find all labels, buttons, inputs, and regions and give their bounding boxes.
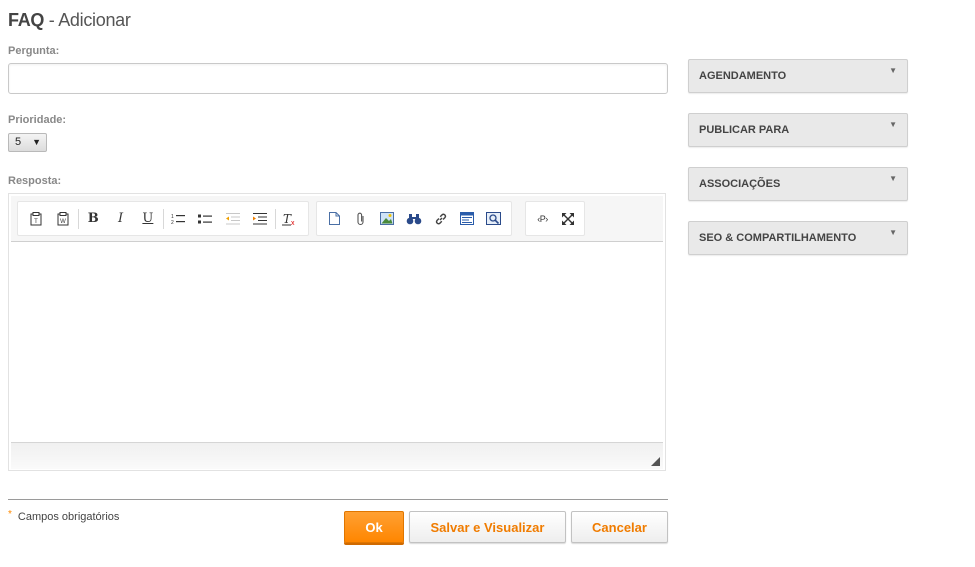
required-fields-note: * Campos obrigatórios: [8, 509, 120, 523]
form-divider: [8, 499, 668, 500]
svg-text:W: W: [60, 219, 66, 225]
svg-text:x: x: [291, 220, 295, 226]
page-title: FAQ - Adicionar: [8, 10, 131, 31]
prioridade-select[interactable]: 5 ▼: [8, 133, 47, 152]
panel-seo-compartilhamento[interactable]: SEO & COMPARTILHAMENTO ▼: [688, 221, 908, 255]
save-and-view-button[interactable]: Salvar e Visualizar: [409, 511, 566, 543]
chevron-down-icon: ▼: [889, 120, 897, 129]
panel-associacoes[interactable]: ASSOCIAÇÕES ▼: [688, 167, 908, 201]
svg-text:T: T: [34, 219, 38, 225]
paste-text-icon[interactable]: T: [22, 206, 49, 232]
paste-word-icon[interactable]: W: [49, 206, 76, 232]
panel-label: AGENDAMENTO: [699, 70, 787, 82]
source-code-icon[interactable]: ‹P›: [530, 206, 555, 232]
italic-button[interactable]: I: [107, 206, 134, 232]
attachment-icon[interactable]: [348, 206, 375, 232]
chevron-down-icon: ▼: [889, 174, 897, 183]
find-replace-icon[interactable]: [401, 206, 428, 232]
chevron-down-icon: ▼: [32, 137, 41, 147]
numbered-list-icon[interactable]: 12: [165, 206, 192, 232]
prioridade-label: Prioridade:: [8, 114, 67, 126]
prioridade-value: 5: [15, 136, 22, 148]
panel-label: SEO & COMPARTILHAMENTO: [699, 232, 857, 244]
image-icon[interactable]: [374, 206, 401, 232]
toolbar-group-formatting: T W B I U 12 Tx: [17, 201, 309, 236]
maximize-icon[interactable]: [555, 206, 580, 232]
svg-text:2: 2: [171, 220, 174, 225]
required-text: Campos obrigatórios: [17, 511, 120, 523]
insert-template-icon[interactable]: [454, 206, 481, 232]
toolbar-group-view: ‹P›: [525, 201, 585, 236]
editor-toolbar: T W B I U 12 Tx ‹P›: [11, 196, 663, 242]
editor-content-area[interactable]: [11, 242, 663, 442]
resize-handle-icon[interactable]: [651, 457, 660, 466]
panel-label: PUBLICAR PARA: [699, 124, 790, 136]
increase-indent-icon[interactable]: [246, 206, 273, 232]
decrease-indent-icon[interactable]: [219, 206, 246, 232]
toolbar-separator: [162, 208, 164, 229]
rich-text-editor: T W B I U 12 Tx ‹P›: [8, 193, 666, 471]
pergunta-input[interactable]: [8, 63, 668, 94]
new-page-icon[interactable]: [321, 206, 348, 232]
toolbar-group-insert: [316, 201, 512, 236]
panel-label: ASSOCIAÇÕES: [699, 178, 781, 190]
required-marker: *: [8, 509, 12, 520]
link-icon[interactable]: [427, 206, 454, 232]
ok-button[interactable]: Ok: [344, 511, 404, 543]
underline-button[interactable]: U: [134, 206, 161, 232]
resposta-label: Resposta:: [8, 175, 62, 187]
toolbar-separator: [274, 208, 276, 229]
cancel-button[interactable]: Cancelar: [571, 511, 668, 543]
panel-agendamento[interactable]: AGENDAMENTO ▼: [688, 59, 908, 93]
page-title-bold: FAQ: [8, 10, 45, 30]
editor-status-bar: [11, 442, 663, 469]
panel-publicar-para[interactable]: PUBLICAR PARA ▼: [688, 113, 908, 147]
pergunta-label: Pergunta:: [8, 45, 60, 57]
preview-icon[interactable]: [480, 206, 507, 232]
page-title-rest: - Adicionar: [44, 10, 131, 30]
bold-button[interactable]: B: [80, 206, 107, 232]
chevron-down-icon: ▼: [889, 228, 897, 237]
chevron-down-icon: ▼: [889, 66, 897, 75]
toolbar-separator: [77, 208, 79, 229]
remove-format-icon[interactable]: Tx: [277, 206, 304, 232]
bulleted-list-icon[interactable]: [192, 206, 219, 232]
